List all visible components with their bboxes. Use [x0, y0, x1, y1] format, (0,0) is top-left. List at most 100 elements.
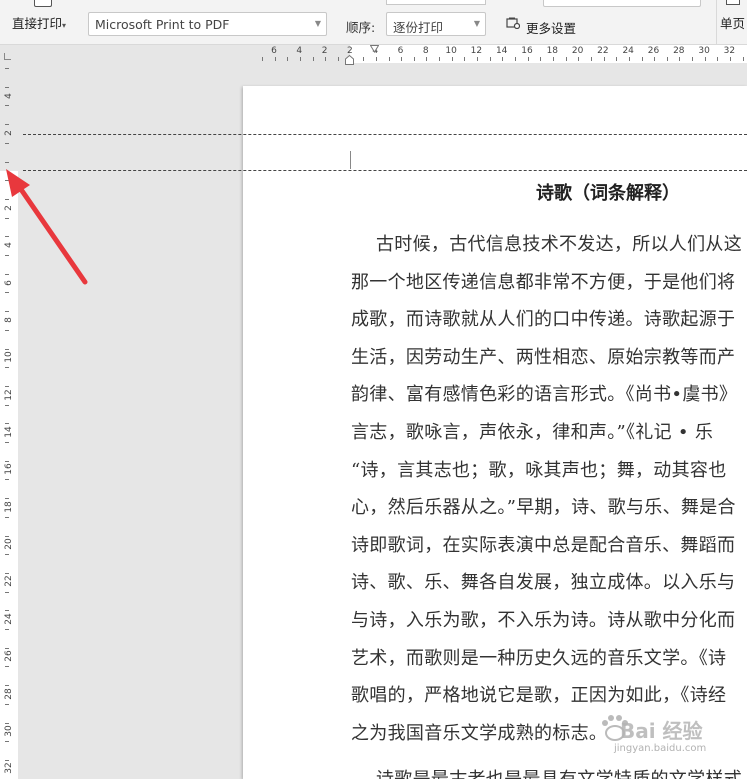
v-ruler-number: 4	[4, 93, 14, 99]
direct-print-button[interactable]: 直接打印▾	[10, 0, 72, 44]
h-ruler-tick	[616, 57, 618, 61]
h-ruler-tick	[375, 57, 377, 61]
v-ruler-number: 26	[4, 650, 14, 662]
h-ruler-tick	[287, 57, 289, 61]
document-line: 那一个地区传递信息都非常不方便，于是他们将	[351, 271, 736, 293]
h-ruler-tick	[527, 57, 529, 61]
v-ruler-tick	[5, 311, 9, 313]
h-ruler-tick	[426, 57, 428, 61]
h-ruler-tick	[603, 57, 605, 61]
h-ruler-tick	[730, 57, 732, 61]
h-ruler-number: 18	[546, 46, 559, 56]
v-ruler-tick	[5, 86, 9, 88]
v-ruler-number: 16	[4, 463, 14, 475]
baidu-jingyan-watermark: Bai 经验 jingyan.baidu.com	[598, 713, 747, 767]
h-ruler-number: 22	[597, 46, 609, 56]
chevron-down-icon: ▼	[473, 19, 480, 28]
h-ruler-tick	[262, 57, 263, 61]
copies-field[interactable]	[386, 0, 486, 5]
v-ruler-tick	[5, 161, 9, 163]
v-ruler-tick	[5, 685, 9, 687]
v-ruler-tick	[5, 572, 9, 574]
v-ruler-number: 2	[4, 130, 14, 136]
v-ruler-tick	[5, 367, 9, 369]
order-select-value: 逐份打印	[393, 20, 444, 35]
settings-icon	[506, 17, 520, 29]
h-ruler-tick	[578, 57, 580, 61]
h-ruler-number: 24	[622, 46, 634, 56]
h-ruler-number: 10	[445, 46, 457, 56]
h-ruler-tick	[628, 57, 630, 61]
h-ruler-number: 6	[397, 46, 404, 56]
h-ruler-tick	[679, 57, 681, 61]
h-ruler-tick	[717, 57, 719, 61]
ruler-corner	[4, 53, 11, 60]
h-ruler-tick	[540, 57, 542, 61]
header-boundary-line	[23, 170, 747, 171]
first-line-indent-marker[interactable]	[370, 45, 379, 54]
document-line: “诗，言其志也；歌，咏其声也；舞，动其容也	[351, 459, 727, 481]
h-ruler-number: 14	[495, 46, 508, 56]
single-page-button[interactable]: 单页	[716, 0, 747, 44]
h-ruler-tick	[325, 57, 327, 61]
document-line: 韵律、富有感情色彩的语言形式。《尚书•虞书》	[351, 384, 738, 406]
v-ruler-number: 28	[4, 688, 14, 700]
v-ruler-number: 18	[4, 501, 14, 513]
left-indent-marker[interactable]	[345, 55, 354, 65]
h-ruler-number: 32	[723, 46, 736, 56]
header-margin-line	[23, 134, 747, 135]
h-ruler-tick	[666, 57, 668, 61]
v-ruler-tick	[5, 591, 9, 593]
v-ruler-tick	[5, 142, 9, 144]
direct-print-label: 直接打印	[12, 16, 63, 31]
document-line: 艺术，而歌则是一种历史久远的音乐文学。《诗	[351, 647, 727, 669]
h-ruler-tick	[590, 57, 592, 61]
v-ruler-tick	[5, 759, 9, 761]
h-ruler-tick	[742, 57, 744, 61]
v-ruler-tick	[5, 329, 9, 331]
v-ruler-tick	[5, 124, 9, 126]
v-ruler-number: 24	[4, 613, 14, 625]
v-ruler-tick	[5, 385, 9, 387]
h-ruler-tick	[502, 57, 504, 61]
v-ruler-number: 32	[4, 762, 14, 774]
h-ruler-tick	[439, 57, 441, 61]
h-ruler-number: 16	[521, 46, 533, 56]
order-label: 顺序:	[346, 20, 376, 35]
v-ruler-number: 14	[4, 426, 14, 438]
v-ruler-tick	[5, 666, 9, 668]
printer-icon	[34, 0, 52, 7]
h-ruler-number: 28	[673, 46, 685, 56]
document-line: 诗即歌词，在实际表演中总是配合音乐、舞蹈而	[351, 534, 736, 556]
h-ruler-tick	[299, 57, 301, 61]
h-ruler-tick	[337, 57, 339, 61]
v-ruler-number: 8	[4, 317, 14, 323]
document-line: 生活，因劳动生产、两性相恋、原始宗教等而产	[351, 346, 736, 368]
h-ruler-tick	[274, 57, 276, 61]
printer-select[interactable]: Microsoft Print to PDF ▼	[88, 12, 327, 36]
v-ruler-tick	[5, 535, 9, 537]
order-select[interactable]: 逐份打印 ▼	[386, 12, 486, 36]
h-ruler-tick	[464, 57, 466, 61]
v-ruler-number: 12	[4, 389, 14, 401]
v-ruler-tick	[5, 479, 9, 481]
v-ruler-number: 20	[4, 538, 14, 550]
v-ruler-tick	[5, 348, 9, 350]
page-range-field[interactable]	[543, 0, 701, 7]
h-ruler-tick	[489, 57, 491, 61]
v-ruler-tick	[5, 498, 9, 500]
h-ruler-number: 8	[422, 46, 429, 56]
document-title: 诗歌（词条解释）	[536, 183, 680, 204]
v-ruler-tick	[5, 610, 9, 612]
v-ruler-tick	[5, 460, 9, 462]
annotation-arrow-icon	[6, 169, 88, 285]
document-line: 成歌，而诗歌就从人们的口中传递。诗歌起源于	[351, 309, 736, 331]
more-settings-label: 更多设置	[526, 21, 577, 36]
document-line: 诗歌是最古老也是最具有文学特质的文学样式	[376, 765, 742, 779]
h-ruler-number: 30	[698, 46, 710, 56]
document-line: 心，然后乐器从之。”早期，诗、歌与乐、舞是合	[351, 497, 736, 519]
text-cursor	[350, 151, 351, 169]
v-ruler-tick	[5, 105, 9, 107]
single-page-label: 单页	[720, 16, 746, 31]
document-line: 古时候，古代信息技术不发达，所以人们从这	[376, 234, 742, 255]
